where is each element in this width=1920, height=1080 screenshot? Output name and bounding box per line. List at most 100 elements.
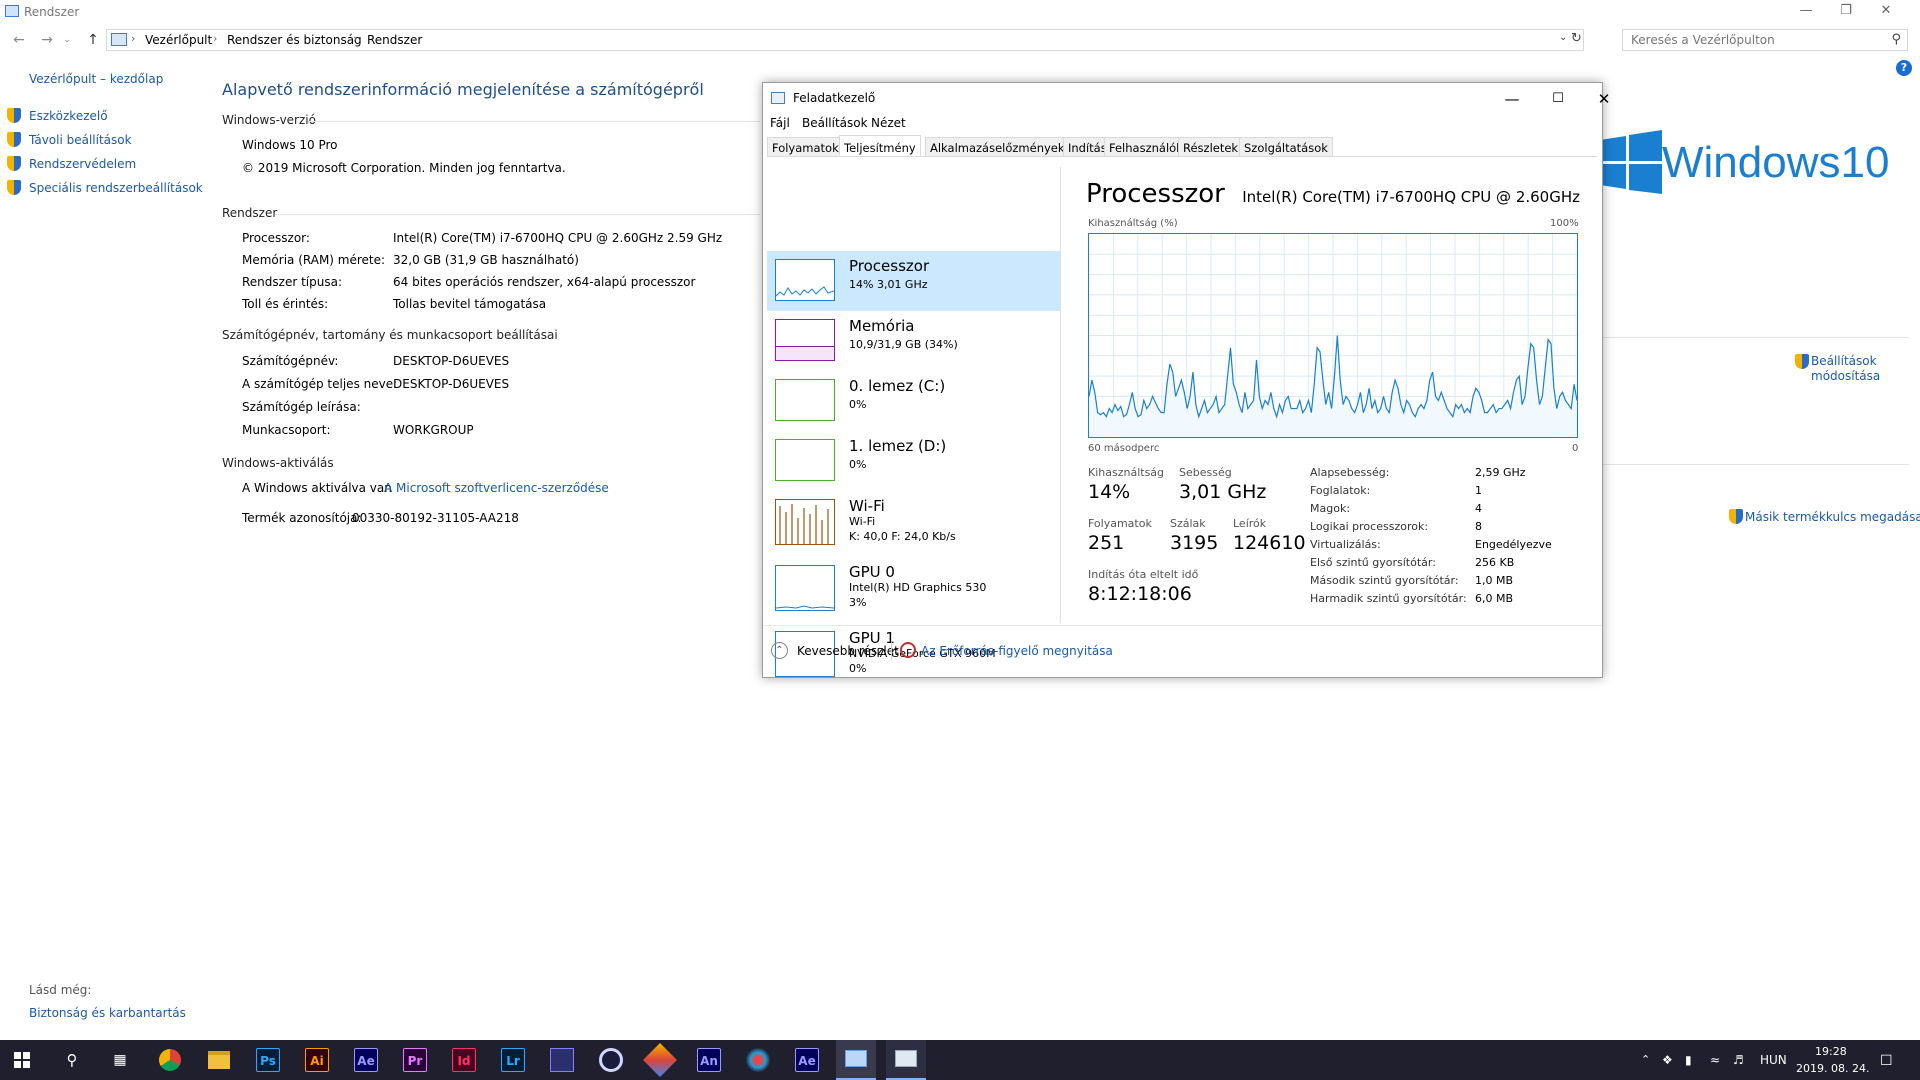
- sidebar-item-device-manager[interactable]: Eszközkezelő: [29, 109, 108, 123]
- sidebar-item-remote-settings[interactable]: Távoli beállítások: [29, 133, 132, 147]
- spec-label: Logikai processzorok:: [1310, 520, 1429, 533]
- task-view-icon[interactable]: ▦: [108, 1048, 132, 1072]
- language-indicator[interactable]: HUN: [1760, 1053, 1787, 1067]
- after-effects-icon[interactable]: Ae: [354, 1048, 378, 1072]
- spec-value: 1,0 MB: [1475, 574, 1514, 587]
- dimension-app-icon[interactable]: [550, 1048, 574, 1072]
- breadcrumb-vezerlopult[interactable]: Vezérlőpult: [145, 33, 212, 47]
- lightroom-icon[interactable]: Lr: [501, 1048, 525, 1072]
- search-icon[interactable]: ⚲: [60, 1048, 84, 1072]
- resource-item-gpu0[interactable]: GPU 0 Intel(R) HD Graphics 530 3%: [767, 557, 1061, 623]
- show-hidden-icons-chevron[interactable]: ⌃: [1641, 1053, 1650, 1066]
- file-explorer-icon[interactable]: [208, 1051, 230, 1069]
- control-panel-taskbar-button[interactable]: [836, 1040, 876, 1080]
- premiere-icon[interactable]: Pr: [403, 1048, 427, 1072]
- collapse-chevron-icon[interactable]: ⌃: [771, 642, 788, 659]
- tm-minimize-button[interactable]: —: [1489, 87, 1535, 111]
- fewer-details-button[interactable]: Kevesebb részlet: [797, 644, 899, 658]
- resource-item-disk-c[interactable]: 0. lemez (C:) 0%: [767, 371, 1061, 431]
- security-maintenance-link[interactable]: Biztonság és karbantartás: [29, 1006, 186, 1020]
- computer-name-label: Számítógépnév:: [242, 354, 339, 368]
- back-arrow-icon[interactable]: ←: [10, 31, 28, 49]
- clock-time[interactable]: 19:28: [1815, 1045, 1847, 1058]
- volume-icon[interactable]: ♬: [1733, 1053, 1744, 1067]
- activated-text: A Windows aktiválva van: [242, 481, 392, 495]
- photoshop-icon[interactable]: Ps: [256, 1048, 280, 1072]
- divider: [891, 642, 892, 660]
- resource-item-disk-d[interactable]: 1. lemez (D:) 0%: [767, 431, 1061, 491]
- shield-icon: [7, 108, 21, 123]
- resource-detail: Intel(R) HD Graphics 530: [849, 581, 987, 594]
- after-effects-icon-2[interactable]: Ae: [795, 1048, 819, 1072]
- address-dropdown-icon[interactable]: ⌄: [1559, 32, 1567, 43]
- tab-services[interactable]: Szolgáltatások: [1239, 137, 1333, 157]
- resource-name: 1. lemez (D:): [849, 437, 947, 455]
- ram-label: Memória (RAM) mérete:: [242, 253, 386, 267]
- open-resource-monitor-link[interactable]: Az Erőforrás-figyelő megnyitása: [921, 644, 1113, 658]
- sidebar-item-system-protection[interactable]: Rendszervédelem: [29, 157, 136, 171]
- change-product-key-link[interactable]: Másik termékkulcs megadása: [1745, 510, 1920, 524]
- task-manager-icon: [895, 1050, 917, 1067]
- spec-label: Virtualizálás:: [1310, 538, 1381, 551]
- refresh-icon[interactable]: ↻: [1571, 31, 1582, 46]
- address-bar[interactable]: › Vezérlőpult › Rendszer és biztonság › …: [106, 29, 1584, 51]
- restore-button[interactable]: ❐: [1826, 0, 1866, 22]
- cpu-graph-svg: [1088, 234, 1578, 437]
- minimize-button[interactable]: —: [1786, 0, 1826, 22]
- menu-options[interactable]: Beállítások: [802, 116, 868, 130]
- up-arrow-icon[interactable]: ↑: [84, 31, 102, 49]
- change-settings-link[interactable]: Beállítások módosítása: [1811, 354, 1911, 384]
- spec-label: Első szintű gyorsítótár:: [1310, 556, 1436, 569]
- tab-performance[interactable]: Teljesítmény: [839, 135, 921, 156]
- processor-value: Intel(R) Core(TM) i7-6700HQ CPU @ 2.60GH…: [393, 231, 723, 245]
- help-icon[interactable]: ?: [1896, 60, 1912, 76]
- notification-icon[interactable]: ☐: [1880, 1053, 1893, 1069]
- dropbox-icon[interactable]: ❖: [1662, 1053, 1673, 1067]
- forward-arrow-icon[interactable]: →: [38, 31, 56, 49]
- indesign-icon[interactable]: Id: [452, 1048, 476, 1072]
- illustrator-icon[interactable]: Ai: [305, 1048, 329, 1072]
- tab-app-history[interactable]: Alkalmazáselőzmények: [925, 137, 1070, 157]
- tab-details[interactable]: Részletek: [1178, 137, 1244, 157]
- chrome-icon[interactable]: [159, 1049, 181, 1071]
- tm-close-button[interactable]: ✕: [1581, 87, 1627, 111]
- animate-icon[interactable]: An: [697, 1048, 721, 1072]
- sidebar-home-link[interactable]: Vezérlőpult – kezdőlap: [29, 72, 163, 86]
- speed-label: Sebesség: [1179, 466, 1232, 479]
- resource-item-wifi[interactable]: Wi-Fi Wi-Fi K: 40,0 F: 24,0 Kb/s: [767, 491, 1061, 557]
- resource-detail: Wi-Fi: [849, 515, 876, 528]
- tab-processes[interactable]: Folyamatok: [767, 137, 844, 157]
- davinci-resolve-icon[interactable]: [746, 1048, 770, 1072]
- close-button[interactable]: ✕: [1866, 0, 1906, 22]
- resource-item-cpu[interactable]: Processzor 14% 3,01 GHz: [767, 251, 1061, 311]
- pen-touch-value: Tollas bevitel támogatása: [393, 297, 547, 311]
- menu-view[interactable]: Nézet: [871, 116, 906, 130]
- menu-file[interactable]: Fájl: [770, 116, 790, 130]
- wifi-icon[interactable]: ≈: [1710, 1053, 1720, 1067]
- resource-list: Processzor 14% 3,01 GHz Memória 10,9/31,…: [763, 165, 1063, 677]
- resource-item-memory[interactable]: Memória 10,9/31,9 GB (34%): [767, 311, 1061, 371]
- clock-date[interactable]: 2019. 08. 24.: [1796, 1062, 1869, 1075]
- colorful-app-icon[interactable]: [643, 1043, 677, 1077]
- tab-users[interactable]: Felhasználók: [1104, 137, 1188, 157]
- search-input[interactable]: Keresés a Vezérlőpulton ⚲: [1622, 29, 1908, 51]
- sidebar-item-advanced-settings[interactable]: Speciális rendszerbeállítások: [29, 181, 203, 195]
- breadcrumb-rendszer[interactable]: Rendszer: [367, 33, 422, 47]
- edition-value: Windows 10 Pro: [242, 138, 338, 152]
- pen-touch-label: Toll és érintés:: [242, 297, 329, 311]
- computer-section-title: Számítógépnév, tartomány és munkacsoport…: [222, 328, 558, 342]
- task-manager-taskbar-button[interactable]: [886, 1040, 926, 1080]
- cinema4d-icon[interactable]: [599, 1048, 623, 1072]
- spec-label: Foglalatok:: [1310, 484, 1371, 497]
- full-name-label: A számítógép teljes neve:: [242, 377, 398, 391]
- breadcrumb-rendszer-es-biztonsag[interactable]: Rendszer és biztonság: [227, 33, 362, 47]
- battery-icon[interactable]: ▮: [1685, 1053, 1692, 1067]
- resource-detail-2: K: 40,0 F: 24,0 Kb/s: [849, 530, 956, 543]
- tm-maximize-button[interactable]: ☐: [1535, 87, 1581, 111]
- activation-section-title: Windows-aktiválás: [222, 456, 334, 470]
- license-link[interactable]: A Microsoft szoftverlicenc-szerződése: [384, 481, 609, 495]
- graph-time-label: 60 másodperc: [1088, 443, 1160, 454]
- recent-locations-chevron-icon[interactable]: ⌄: [58, 31, 76, 49]
- control-panel-icon: [111, 33, 127, 46]
- start-windows-icon[interactable]: [14, 1052, 30, 1068]
